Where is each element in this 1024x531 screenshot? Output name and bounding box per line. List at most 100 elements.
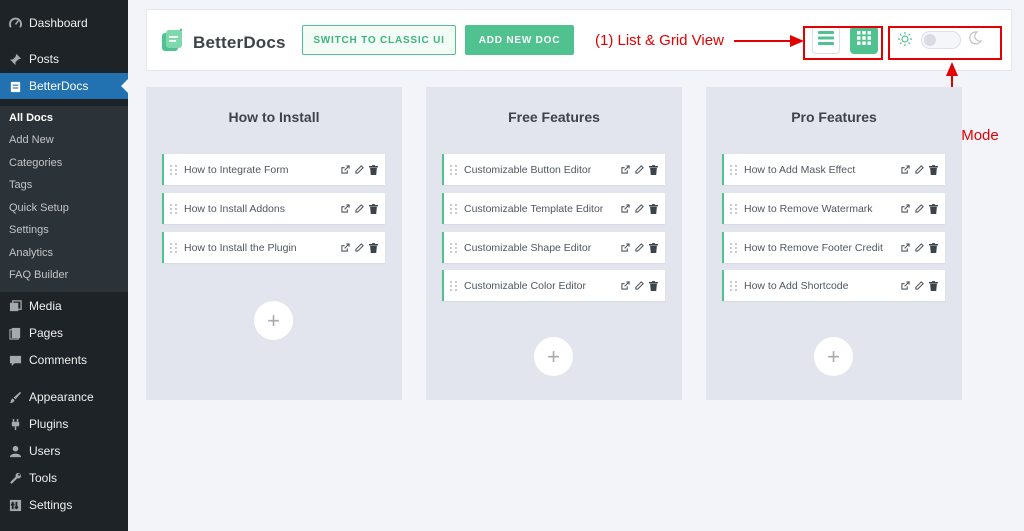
- edit-pencil-icon[interactable]: [915, 164, 924, 175]
- doc-title[interactable]: How to Remove Watermark: [744, 203, 901, 215]
- submenu-settings[interactable]: Settings: [9, 224, 49, 236]
- external-link-icon[interactable]: [341, 203, 350, 214]
- doc-item[interactable]: Customizable Shape Editor: [442, 232, 665, 263]
- doc-title[interactable]: How to Add Shortcode: [744, 280, 901, 292]
- menu-comments-label: Comments: [29, 353, 88, 367]
- edit-pencil-icon[interactable]: [635, 203, 644, 214]
- trash-icon[interactable]: [929, 242, 938, 253]
- external-link-icon[interactable]: [621, 242, 630, 253]
- doc-item[interactable]: Customizable Button Editor: [442, 154, 665, 185]
- trash-icon[interactable]: [929, 280, 938, 291]
- trash-icon[interactable]: [649, 203, 658, 214]
- trash-icon[interactable]: [649, 242, 658, 253]
- external-link-icon[interactable]: [901, 242, 910, 253]
- doc-title[interactable]: How to Integrate Form: [184, 164, 341, 176]
- doc-title[interactable]: How to Add Mask Effect: [744, 164, 901, 176]
- doc-title[interactable]: How to Remove Footer Credit: [744, 242, 901, 254]
- submenu-quick-setup[interactable]: Quick Setup: [9, 202, 69, 214]
- menu-pages[interactable]: Pages: [0, 320, 128, 346]
- external-link-icon[interactable]: [621, 280, 630, 291]
- switch-classic-ui-button[interactable]: SWITCH TO CLASSIC UI: [302, 25, 456, 55]
- drag-handle-icon[interactable]: [450, 203, 458, 214]
- doc-item[interactable]: How to Remove Footer Credit: [722, 232, 945, 263]
- drag-handle-icon[interactable]: [450, 242, 458, 253]
- submenu-tags[interactable]: Tags: [9, 179, 32, 191]
- settings-icon: [8, 498, 22, 512]
- submenu-categories[interactable]: Categories: [9, 157, 62, 169]
- doc-title[interactable]: Customizable Shape Editor: [464, 242, 621, 254]
- trash-icon[interactable]: [649, 164, 658, 175]
- menu-dashboard[interactable]: Dashboard: [0, 10, 128, 36]
- trash-icon[interactable]: [929, 164, 938, 175]
- drag-handle-icon[interactable]: [730, 242, 738, 253]
- doc-item[interactable]: Customizable Color Editor: [442, 270, 665, 301]
- doc-item[interactable]: How to Install the Plugin: [162, 232, 385, 263]
- add-new-doc-button[interactable]: ADD NEW DOC: [465, 25, 574, 55]
- menu-betterdocs[interactable]: BetterDocs: [0, 73, 128, 99]
- menu-users[interactable]: Users: [0, 438, 128, 464]
- drag-handle-icon[interactable]: [170, 203, 178, 214]
- drag-handle-icon[interactable]: [730, 164, 738, 175]
- media-icon: [8, 299, 22, 313]
- dark-light-highlight-box: [888, 26, 1002, 60]
- external-link-icon[interactable]: [901, 280, 910, 291]
- pin-icon: [8, 52, 22, 66]
- trash-icon[interactable]: [369, 242, 378, 253]
- plug-icon: [8, 417, 22, 431]
- comment-icon: [8, 353, 22, 367]
- menu-posts[interactable]: Posts: [0, 46, 128, 72]
- drag-handle-icon[interactable]: [730, 280, 738, 291]
- edit-pencil-icon[interactable]: [915, 242, 924, 253]
- menu-betterdocs-label: BetterDocs: [29, 79, 89, 93]
- menu-tools[interactable]: Tools: [0, 465, 128, 491]
- menu-comments[interactable]: Comments: [0, 347, 128, 373]
- external-link-icon[interactable]: [341, 242, 350, 253]
- external-link-icon[interactable]: [621, 203, 630, 214]
- menu-appearance[interactable]: Appearance: [0, 384, 128, 410]
- edit-pencil-icon[interactable]: [355, 203, 364, 214]
- doc-item[interactable]: How to Add Shortcode: [722, 270, 945, 301]
- drag-handle-icon[interactable]: [170, 164, 178, 175]
- edit-pencil-icon[interactable]: [915, 203, 924, 214]
- edit-pencil-icon[interactable]: [635, 280, 644, 291]
- drag-handle-icon[interactable]: [450, 164, 458, 175]
- edit-pencil-icon[interactable]: [355, 242, 364, 253]
- add-doc-plus-button[interactable]: +: [814, 337, 853, 376]
- menu-appearance-label: Appearance: [29, 390, 94, 404]
- trash-icon[interactable]: [369, 164, 378, 175]
- doc-title[interactable]: Customizable Button Editor: [464, 164, 621, 176]
- submenu-all-docs[interactable]: All Docs: [9, 112, 53, 124]
- edit-pencil-icon[interactable]: [635, 242, 644, 253]
- trash-icon[interactable]: [369, 203, 378, 214]
- doc-item[interactable]: How to Add Mask Effect: [722, 154, 945, 185]
- doc-item[interactable]: How to Integrate Form: [162, 154, 385, 185]
- menu-settings[interactable]: Settings: [0, 492, 128, 518]
- add-doc-plus-button[interactable]: +: [254, 301, 293, 340]
- drag-handle-icon[interactable]: [450, 280, 458, 291]
- external-link-icon[interactable]: [621, 164, 630, 175]
- edit-pencil-icon[interactable]: [915, 280, 924, 291]
- trash-icon[interactable]: [929, 203, 938, 214]
- doc-title[interactable]: How to Install Addons: [184, 203, 341, 215]
- menu-media[interactable]: Media: [0, 293, 128, 319]
- submenu-add-new[interactable]: Add New: [9, 134, 54, 146]
- doc-title[interactable]: Customizable Color Editor: [464, 280, 621, 292]
- external-link-icon[interactable]: [341, 164, 350, 175]
- drag-handle-icon[interactable]: [730, 203, 738, 214]
- submenu-analytics[interactable]: Analytics: [9, 247, 53, 259]
- doc-title[interactable]: How to Install the Plugin: [184, 242, 341, 254]
- doc-item[interactable]: Customizable Template Editor: [442, 193, 665, 224]
- trash-icon[interactable]: [649, 280, 658, 291]
- edit-pencil-icon[interactable]: [635, 164, 644, 175]
- external-link-icon[interactable]: [901, 203, 910, 214]
- doc-item[interactable]: How to Install Addons: [162, 193, 385, 224]
- drag-handle-icon[interactable]: [170, 242, 178, 253]
- add-doc-plus-button[interactable]: +: [534, 337, 573, 376]
- edit-pencil-icon[interactable]: [355, 164, 364, 175]
- submenu-faq-builder[interactable]: FAQ Builder: [9, 269, 68, 281]
- menu-plugins[interactable]: Plugins: [0, 411, 128, 437]
- external-link-icon[interactable]: [901, 164, 910, 175]
- doc-title[interactable]: Customizable Template Editor: [464, 203, 621, 215]
- betterdocs-logo-icon: [159, 27, 185, 58]
- doc-item[interactable]: How to Remove Watermark: [722, 193, 945, 224]
